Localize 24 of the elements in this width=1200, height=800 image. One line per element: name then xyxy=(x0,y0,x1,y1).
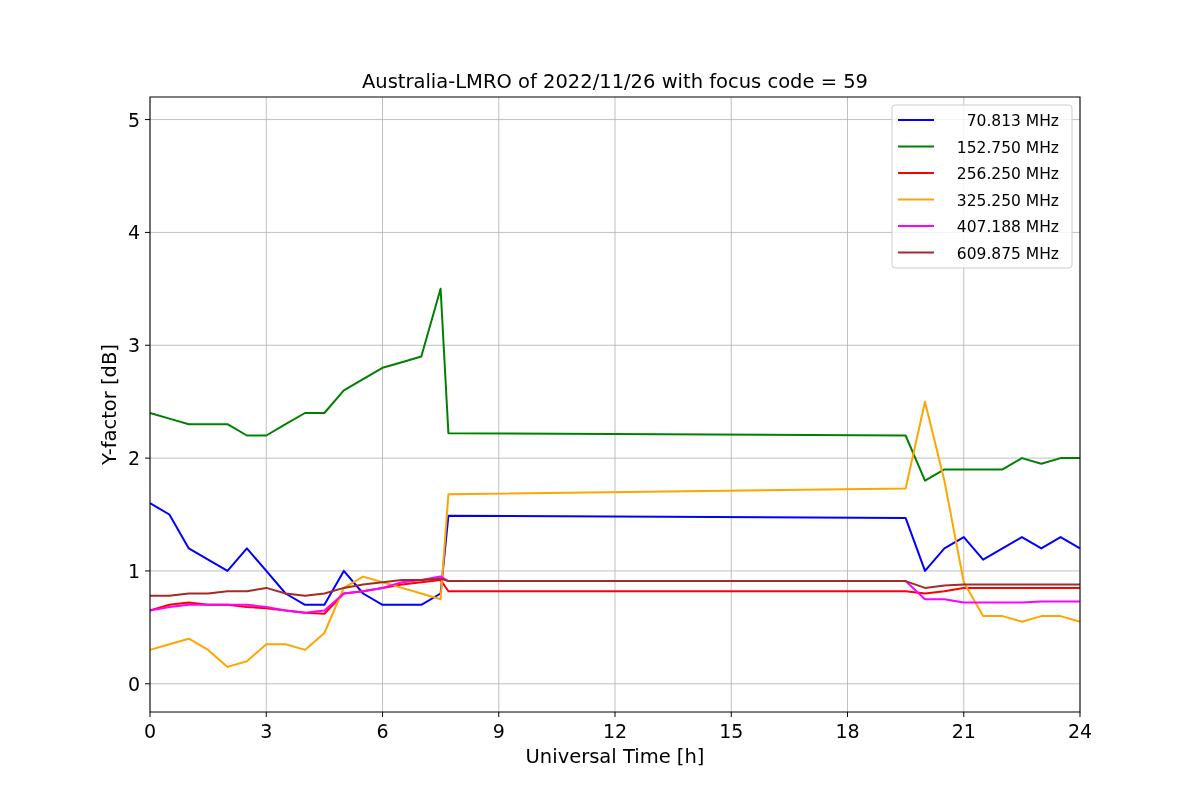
tick-label: 9 xyxy=(492,720,505,742)
tick-label: 3 xyxy=(127,334,140,357)
tick-label: 5 xyxy=(127,108,140,131)
legend-label: 609.875 MHz xyxy=(956,244,1059,263)
chart-title: Australia-LMRO of 2022/11/26 with focus code = 59 xyxy=(362,70,868,93)
legend-label: 152.750 MHz xyxy=(956,138,1059,157)
tick-label: 3 xyxy=(260,720,273,742)
x-axis-label: Universal Time [h] xyxy=(525,745,705,768)
y-axis-label: Y-factor [dB] xyxy=(98,344,121,465)
tick-label: 2 xyxy=(127,447,140,470)
tick-label: 12 xyxy=(602,720,628,742)
tick-label: 15 xyxy=(719,720,744,742)
tick-label: 1 xyxy=(127,559,140,582)
tick-label: 4 xyxy=(127,221,140,244)
legend-label: 256.250 MHz xyxy=(956,165,1059,183)
tick-label: 0 xyxy=(127,672,140,695)
tick-label: 21 xyxy=(951,720,976,742)
tick-label: 24 xyxy=(1067,720,1093,742)
tick-label: 0 xyxy=(143,720,157,742)
legend-label: 70.813 MHz xyxy=(966,112,1059,130)
tick-label: 6 xyxy=(376,720,389,742)
legend-label: 407.188 MHz xyxy=(956,218,1059,236)
legend-label: 325.250 MHz xyxy=(956,191,1059,210)
tick-label: 18 xyxy=(835,720,860,742)
